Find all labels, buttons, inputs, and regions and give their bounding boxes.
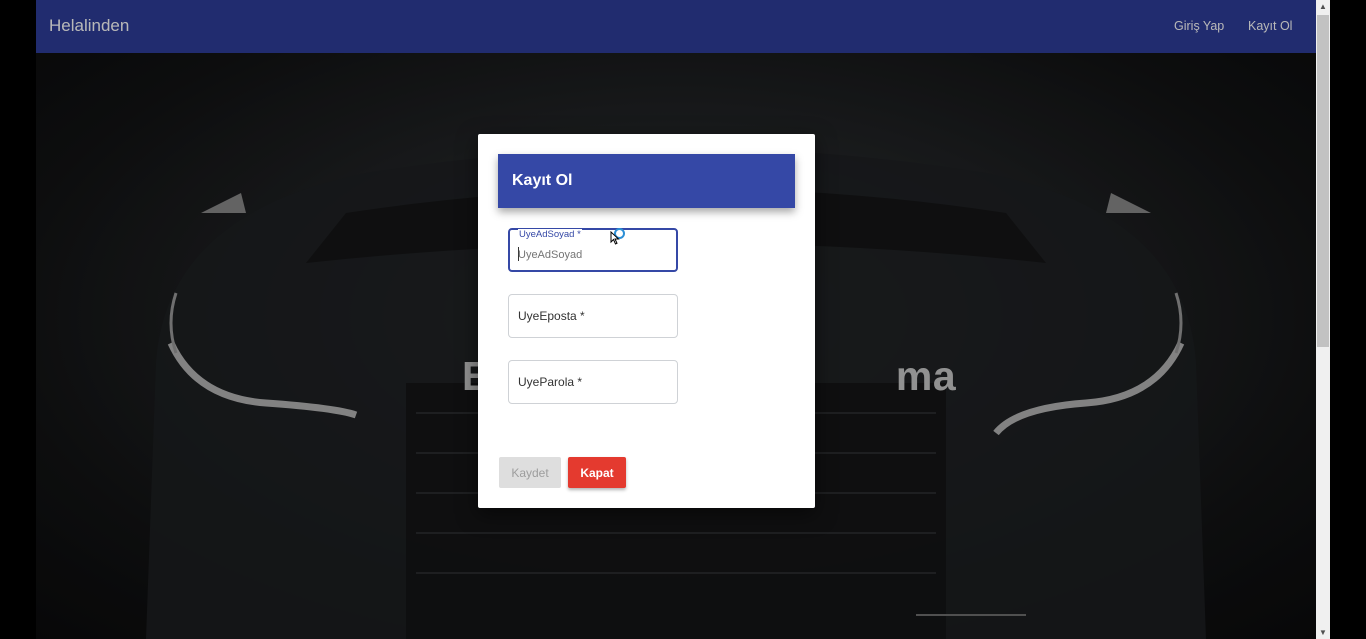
- scrollbar-thumb[interactable]: [1317, 15, 1329, 347]
- password-field[interactable]: UyeParola *: [508, 360, 678, 404]
- save-button[interactable]: Kaydet: [499, 457, 561, 488]
- close-button[interactable]: Kapat: [568, 457, 626, 488]
- password-label: UyeParola *: [518, 375, 583, 389]
- modal-title: Kayıt Ol: [512, 172, 573, 189]
- scroll-up-arrow-icon[interactable]: ▲: [1316, 1, 1330, 13]
- mouse-cursor-icon: [610, 231, 620, 245]
- full-name-input[interactable]: [518, 246, 668, 264]
- scroll-down-arrow-icon[interactable]: ▼: [1316, 627, 1330, 639]
- modal-header: Kayıt Ol: [498, 154, 795, 208]
- email-label: UyeEposta *: [518, 309, 585, 323]
- register-modal: Kayıt Ol UyeAdSoyad * UyeEposta * UyePar…: [478, 134, 815, 508]
- email-field[interactable]: UyeEposta *: [508, 294, 678, 338]
- full-name-label: UyeAdSoyad *: [518, 229, 582, 240]
- full-name-field[interactable]: UyeAdSoyad *: [508, 228, 678, 272]
